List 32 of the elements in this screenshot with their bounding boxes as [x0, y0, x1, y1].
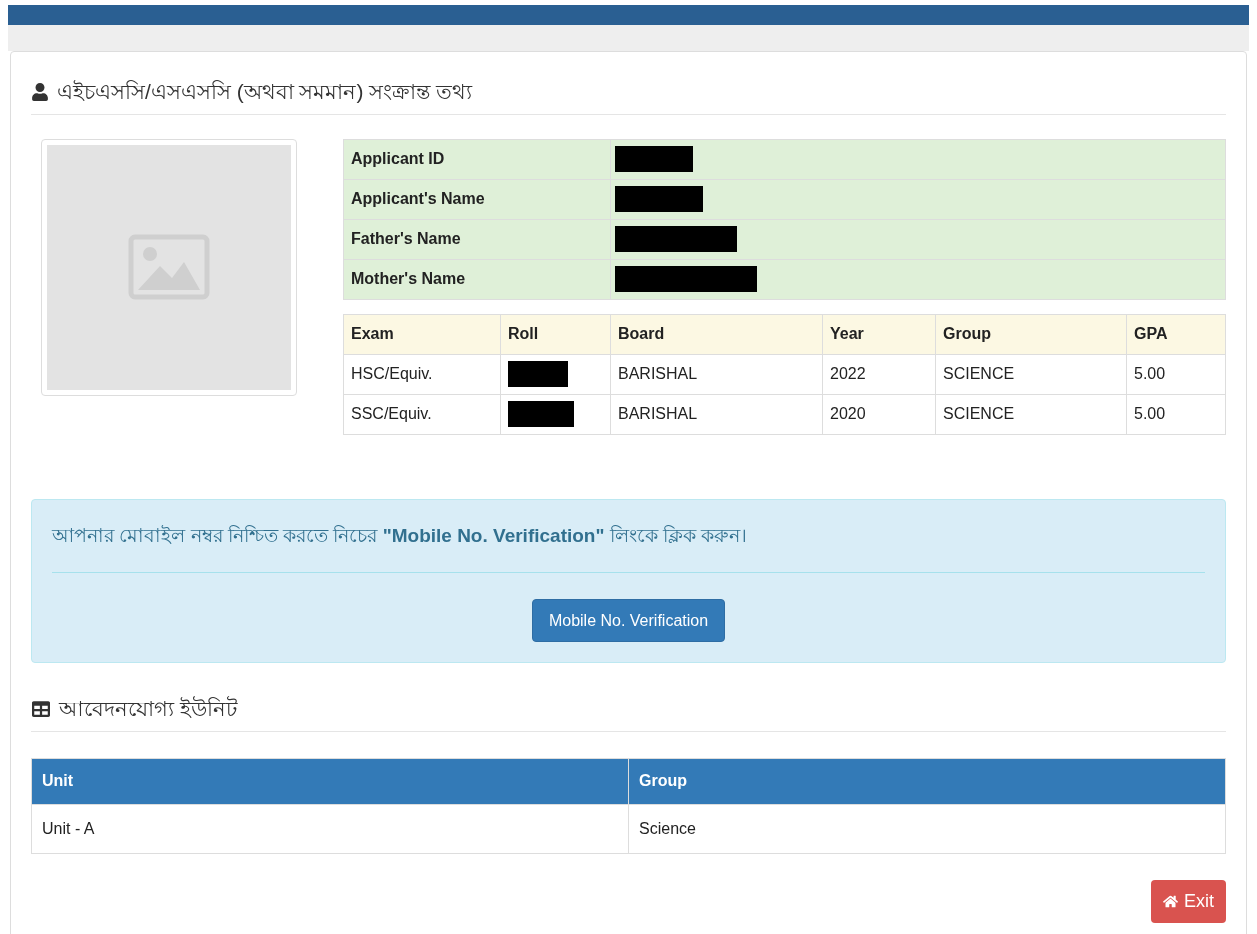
- info-label: Applicant's Name: [343, 179, 611, 219]
- column-header: Year: [822, 314, 936, 354]
- section-title: এইচএসসি/এসএসসি (অথবা সমমান) সংক্রান্ত তথ্য: [57, 79, 473, 105]
- user-icon: [31, 82, 49, 101]
- table-cell: SSC/Equiv.: [343, 394, 501, 434]
- info-label: Applicant ID: [343, 139, 611, 179]
- table-cell: Unit - A: [31, 804, 629, 853]
- table-cell: 5.00: [1126, 394, 1226, 434]
- table-cell: HSC/Equiv.: [343, 354, 501, 394]
- home-icon: [1163, 893, 1178, 909]
- info-label: Mother's Name: [343, 259, 611, 299]
- column-header: Board: [610, 314, 823, 354]
- table-cell: BARISHAL: [610, 394, 823, 434]
- units-title: আবেদনযোগ্য ইউনিট: [59, 695, 237, 722]
- table-cell: 2020: [822, 394, 936, 434]
- table-cell: SCIENCE: [935, 354, 1127, 394]
- table-icon: [31, 699, 51, 718]
- column-header: Unit: [31, 758, 629, 804]
- table-cell: Science: [628, 804, 1226, 853]
- table-cell: 5.00: [1126, 354, 1226, 394]
- exit-button[interactable]: Exit: [1151, 879, 1226, 923]
- info-label: Father's Name: [343, 219, 611, 259]
- column-header: Roll: [500, 314, 611, 354]
- column-header: Group: [628, 758, 1226, 804]
- column-header: Group: [935, 314, 1127, 354]
- column-header: GPA: [1126, 314, 1226, 354]
- verification-button[interactable]: Mobile No. Verification: [531, 599, 726, 642]
- column-header: Exam: [343, 314, 501, 354]
- table-cell: 2022: [822, 354, 936, 394]
- table-cell: SCIENCE: [935, 394, 1127, 434]
- table-cell: BARISHAL: [610, 354, 823, 394]
- notice-message: আপনার মোবাইল নম্বর নিশ্চিত করতে নিচের "Mobile No. Verification" লিংকে ক্লিক করুন।: [52, 523, 749, 548]
